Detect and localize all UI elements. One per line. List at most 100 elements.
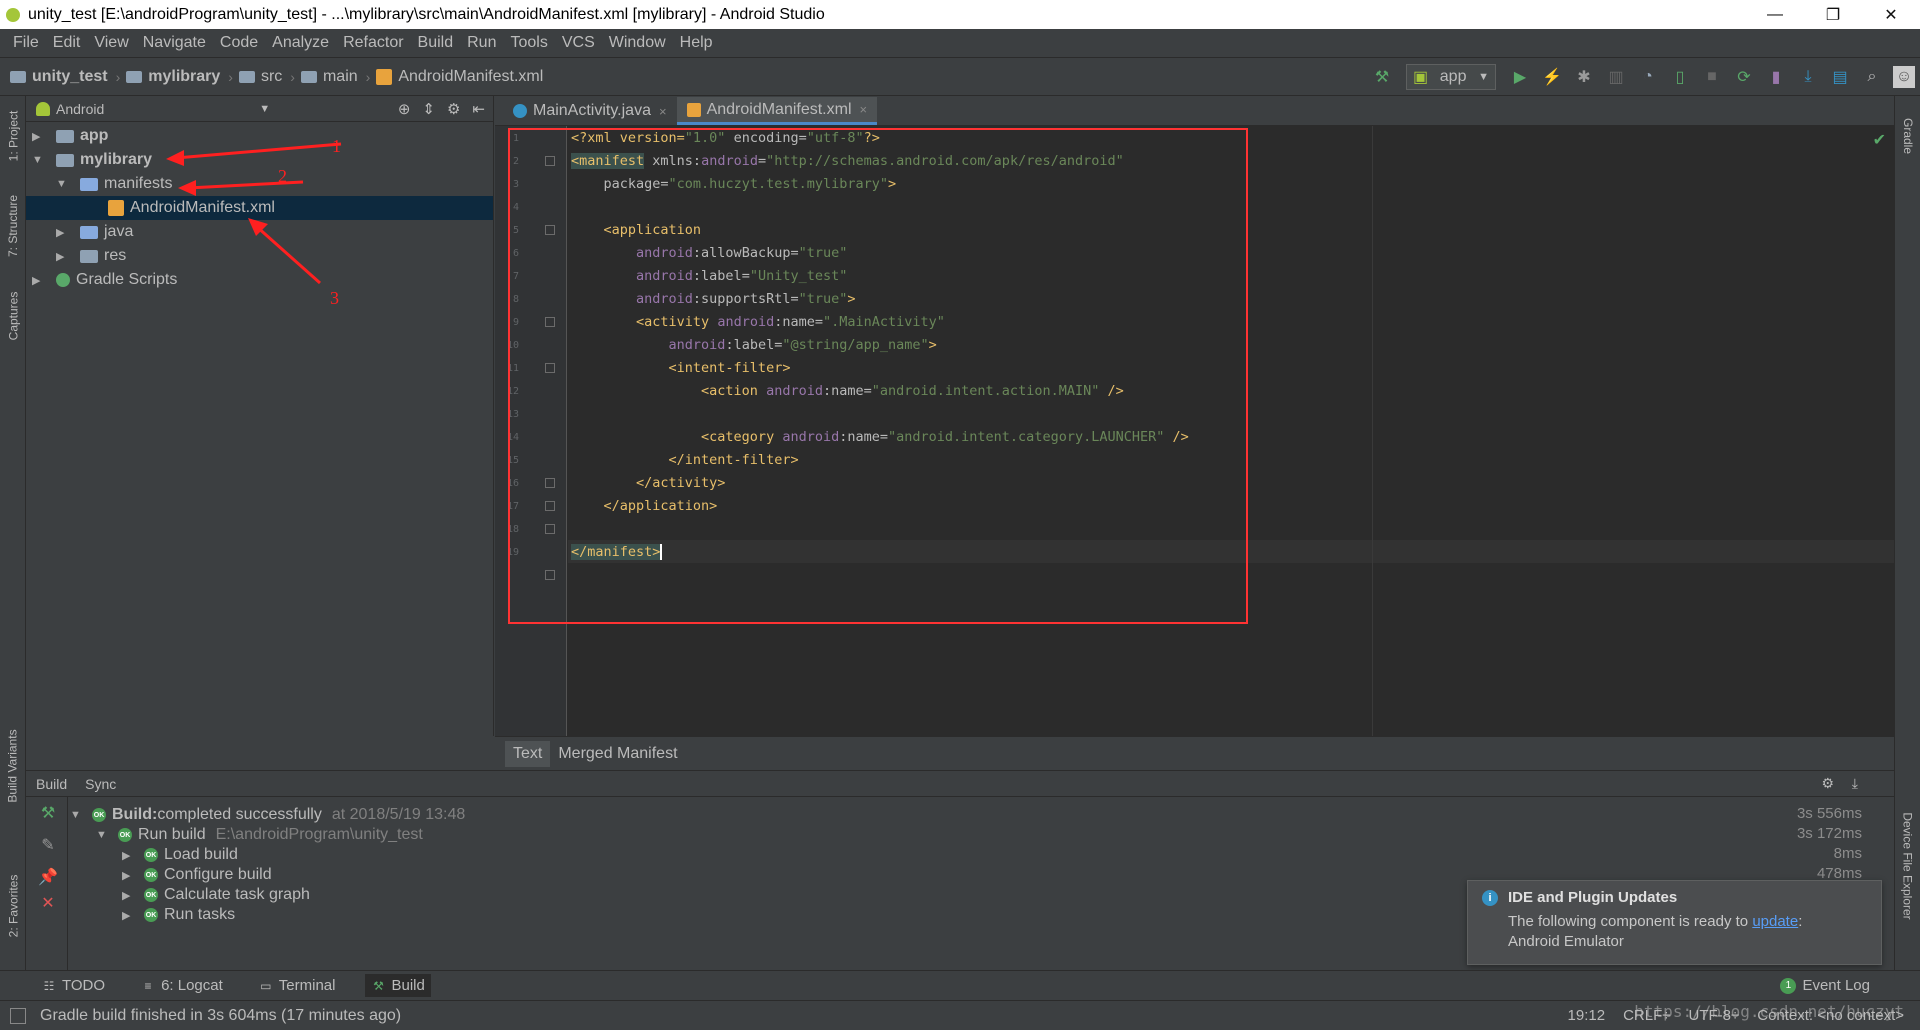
tree-item-mylibrary[interactable]: ▼ mylibrary [32,148,152,172]
menu-file[interactable]: File [6,34,46,52]
tree-item-app[interactable]: ▶ app [32,124,108,148]
toolwindow-logcat[interactable]: ≡ 6: Logcat [135,974,229,997]
tool-tab-build-variants[interactable]: Build Variants [0,716,26,816]
apply-changes-icon[interactable]: ⚡ [1541,66,1563,88]
tab-build[interactable]: Build [36,776,67,792]
close-tab-icon[interactable]: × [860,102,868,117]
line-number: 6 [512,248,519,259]
toggle-view-icon[interactable]: ✎ [38,835,58,855]
fold-marker-icon[interactable] [545,524,555,534]
close-icon[interactable]: ✕ [38,893,58,913]
avd-manager-icon[interactable]: ▮ [1765,66,1787,88]
sync-gradle-icon[interactable]: ⟳ [1733,66,1755,88]
update-link[interactable]: update [1752,913,1798,930]
locate-icon[interactable]: ⊕ [398,100,411,118]
restore-button[interactable]: ❐ [1804,0,1862,29]
sdk-manager-icon[interactable]: ⤓ [1797,66,1819,88]
build-row-configure-build[interactable]: ▶ OK Configure build [122,865,272,885]
close-button[interactable]: ✕ [1862,0,1920,29]
gear-icon[interactable]: ⚙ [447,100,460,118]
project-view-selector[interactable]: Android ▼ ⊕ ⇕ ⚙ ⇤ [26,96,493,122]
attach-debugger-icon[interactable]: ▯ [1669,66,1691,88]
inspection-ok-icon[interactable]: ✔ [1873,130,1886,150]
collapse-icon[interactable]: ⇕ [422,100,435,118]
debug-icon[interactable]: ✱ [1573,66,1595,88]
update-notification[interactable]: i IDE and Plugin Updates The following c… [1467,880,1882,965]
tree-item-manifests[interactable]: ▼ manifests [56,172,172,196]
tool-tab-project[interactable]: 1: Project [0,96,26,176]
tab-text[interactable]: Text [505,740,551,767]
menu-view[interactable]: View [87,34,135,52]
tree-item-gradle-scripts[interactable]: ▶ Gradle Scripts [32,268,177,292]
build-row-root[interactable]: ▼ OK Build: completed successfully at 20… [70,805,465,825]
line-number: 18 [506,524,519,535]
event-count-badge: 1 [1780,977,1797,994]
search-icon[interactable]: ⌕ [1861,66,1883,88]
line-number: 2 [512,156,519,167]
pin-icon[interactable]: 📌 [38,867,58,887]
menu-edit[interactable]: Edit [46,34,88,52]
fold-marker-icon[interactable] [545,363,555,373]
fold-marker-icon[interactable] [545,225,555,235]
run-config-select[interactable]: ▣ app ▼ [1406,64,1496,90]
fold-marker-icon[interactable] [545,501,555,511]
tree-item-res[interactable]: ▶ res [56,244,126,268]
fold-marker-icon[interactable] [545,156,555,166]
minimize-panel-icon[interactable]: ⤓ [1852,775,1858,792]
user-icon[interactable]: ☺ [1893,66,1915,88]
tab-sync[interactable]: Sync [85,776,116,792]
menu-build[interactable]: Build [411,34,461,52]
editor-tab-bar: MainActivity.java × AndroidManifest.xml … [495,96,1894,126]
tab-androidmanifest[interactable]: AndroidManifest.xml × [676,97,878,125]
fold-marker-icon[interactable] [545,317,555,327]
breadcrumb-main[interactable]: main [300,68,358,86]
tab-merged-manifest[interactable]: Merged Manifest [550,741,685,767]
build-row-calculate-task-graph[interactable]: ▶ OK Calculate task graph [122,885,310,905]
toolwindow-event-log[interactable]: 1 Event Log [1780,977,1870,994]
tool-tab-favorites[interactable]: 2: Favorites [0,856,26,956]
toolwindow-terminal[interactable]: ▭ Terminal [253,974,342,997]
fold-marker-icon[interactable] [545,478,555,488]
breadcrumb-project[interactable]: unity_test [10,68,108,86]
tree-item-java[interactable]: ▶ java [56,220,133,244]
toolwindow-todo[interactable]: ☷ TODO [36,974,111,997]
menu-help[interactable]: Help [673,34,720,52]
menu-navigate[interactable]: Navigate [136,34,213,52]
breadcrumb-src[interactable]: src [238,68,282,86]
tool-tab-gradle[interactable]: Gradle [1895,96,1920,176]
hammer-icon[interactable]: ⚒ [38,803,58,823]
run-icon[interactable]: ▶ [1509,66,1531,88]
build-row-run-tasks[interactable]: ▶ OK Run tasks [122,905,235,925]
toggle-tool-windows-icon[interactable] [10,1007,26,1024]
tool-tab-captures[interactable]: Captures [0,276,26,356]
breadcrumb-file[interactable]: AndroidManifest.xml [376,68,543,86]
breadcrumb-module[interactable]: mylibrary [126,68,220,86]
coverage-icon[interactable]: ▥ [1605,66,1627,88]
build-row-run-build[interactable]: ▼ OK Run build E:\androidProgram\unity_t… [96,825,423,845]
menu-code[interactable]: Code [213,34,265,52]
ok-status-icon: OK [144,908,158,922]
menu-vcs[interactable]: VCS [555,34,602,52]
menu-tools[interactable]: Tools [503,34,554,52]
fold-marker-icon[interactable] [545,570,555,580]
project-structure-icon[interactable]: ▤ [1829,66,1851,88]
menu-run[interactable]: Run [460,34,503,52]
build-row-load-build[interactable]: ▶ OK Load build [122,845,238,865]
toolwindow-build[interactable]: ⚒ Build [365,974,431,997]
tool-tab-device-file-explorer[interactable]: Device File Explorer [1895,796,1920,936]
menu-window[interactable]: Window [602,34,673,52]
menu-refactor[interactable]: Refactor [336,34,410,52]
profile-icon[interactable]: ◔ [1637,66,1659,88]
caret-position[interactable]: 19:12 [1568,1007,1606,1024]
hide-panel-icon[interactable]: ⇤ [472,100,485,118]
tree-item-androidmanifest[interactable]: AndroidManifest.xml [26,196,493,220]
tab-mainactivity[interactable]: MainActivity.java × [503,97,677,125]
stop-icon[interactable]: ■ [1701,66,1723,88]
code-editor[interactable]: 1 2 3 4 5 6 7 8 9 10 11 12 13 14 15 16 1… [495,126,1894,736]
gear-icon[interactable]: ⚙ [1821,775,1834,792]
make-hammer-icon[interactable]: ⚒ [1371,66,1393,88]
minimize-button[interactable]: — [1746,0,1804,29]
close-tab-icon[interactable]: × [659,104,667,119]
menu-analyze[interactable]: Analyze [265,34,336,52]
tool-tab-structure[interactable]: 7: Structure [0,176,26,276]
